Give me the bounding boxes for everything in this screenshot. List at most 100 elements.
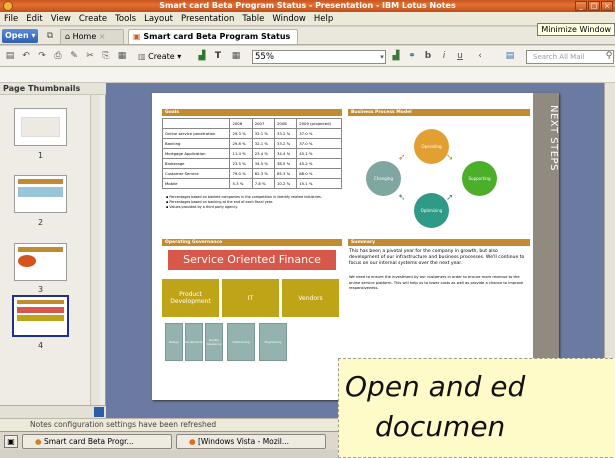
menu-presentation[interactable]: Presentation	[177, 12, 238, 26]
replicate-icon[interactable]: ⧉	[44, 30, 56, 42]
table-icon[interactable]: ▦	[230, 50, 242, 62]
taskbar-item-firefox[interactable]: ● [Windows Vista - Mozil...	[176, 434, 326, 449]
chevron-down-icon: ▾	[31, 31, 36, 40]
footnote-bullets: ▪ Percentages based on banked companies …	[166, 195, 342, 210]
thumbnail-page-1[interactable]	[14, 108, 67, 146]
chart-icon[interactable]: ▟	[390, 50, 402, 62]
thumbnail-number: 4	[37, 341, 44, 350]
view-toggle-icon[interactable]	[94, 407, 104, 417]
table-row: Mobile 5.3 % 7.8 % 10.2 % 15.1 %	[161, 178, 342, 189]
arrow-icon: ➷	[398, 193, 406, 203]
lotus-app-icon[interactable]	[3, 1, 13, 11]
search-scope-icon[interactable]: ▤	[504, 50, 516, 62]
panel-title: Page Thumbnails	[0, 83, 106, 95]
engineering-box: Engineering	[259, 323, 287, 361]
table-cell: Banking	[161, 138, 231, 149]
table-cell: 32.1 %	[251, 138, 275, 149]
minimize-button[interactable]: _	[575, 1, 587, 11]
box-label: IT	[247, 294, 254, 302]
thumbnail-page-3[interactable]	[14, 243, 67, 281]
thumbnail-number: 3	[37, 285, 44, 294]
undo-icon[interactable]: ↶	[20, 50, 32, 62]
table-row: Mortgage Application 11.4 % 23.4 % 34.4 % 45…	[161, 148, 342, 159]
menu-table[interactable]: Table	[238, 12, 268, 26]
format-painter-icon[interactable]: ✎	[68, 50, 80, 62]
summary-paragraph: This has been a pivotal year for the com…	[349, 249, 525, 266]
box-label: Vendors	[298, 294, 323, 302]
table-cell: 2008	[273, 118, 298, 129]
text-icon[interactable]: T	[212, 50, 224, 62]
menu-layout[interactable]: Layout	[140, 12, 177, 26]
banner-line: Open and ed	[345, 370, 526, 403]
copy-icon[interactable]: ⎘	[100, 50, 112, 62]
save-icon[interactable]: ▤	[4, 50, 16, 62]
italic-icon[interactable]: i	[438, 50, 450, 62]
tab-home[interactable]: ⌂ Home ×	[60, 29, 124, 44]
zoom-select[interactable]: 55%	[252, 50, 386, 64]
table-cell: 2009 (projected)	[296, 118, 342, 129]
tab-smart-card[interactable]: ▣ Smart card Beta Program Status ×	[128, 29, 298, 55]
thumbnail-banner	[17, 307, 64, 313]
arrow-icon: ➶	[398, 153, 406, 163]
window-title-bar: Smart card Beta Program Status - Present…	[0, 0, 615, 12]
table-cell: 45.1 %	[296, 148, 342, 159]
menu-file[interactable]: File	[0, 12, 22, 26]
it-box: IT	[222, 279, 279, 317]
taskbar-item-lotus[interactable]: ● Smart card Beta Progr...	[22, 434, 172, 449]
design-box: Design	[165, 323, 183, 361]
table-row: Customer Service 79.0 % 82.3 % 85.3 % 88.0 %	[161, 168, 342, 179]
summary-paragraph: We need to ensure the investment by our …	[349, 275, 524, 290]
thumbnails-scrollbar[interactable]	[90, 95, 100, 405]
search-input[interactable]: Search All Mail	[526, 50, 614, 64]
table-cell: 33.2 %	[273, 138, 298, 149]
thumbnail-header	[17, 300, 64, 304]
menu-help[interactable]: Help	[310, 12, 337, 26]
link-icon[interactable]: ⚭	[406, 50, 418, 62]
zoom-dropdown-icon[interactable]: ▾	[376, 51, 388, 63]
bold-icon[interactable]: b	[422, 50, 434, 62]
cut-icon[interactable]: ✂	[84, 50, 96, 62]
cycle-label: Supporting	[468, 176, 491, 181]
cycle-supporting: Supporting	[462, 161, 497, 196]
redo-icon[interactable]: ↷	[36, 50, 48, 62]
create-dropdown[interactable]: ▥ Create ▾	[138, 50, 181, 63]
minimize-tooltip: Minimize Window	[537, 23, 615, 36]
print-icon[interactable]: ⎙	[52, 50, 64, 62]
menu-view[interactable]: View	[47, 12, 75, 26]
paste-icon[interactable]: ▦	[116, 50, 128, 62]
maximize-button[interactable]: □	[588, 1, 600, 11]
menu-create[interactable]: Create	[75, 12, 111, 26]
box-label: Outsourcing	[232, 340, 250, 344]
box-label: Manufacturing	[183, 340, 205, 344]
table-cell: Mortgage Application	[161, 148, 231, 159]
search-icon[interactable]: ⚲	[603, 50, 615, 62]
table-cell: 37.0 %	[296, 138, 342, 149]
table-cell: 82.3 %	[251, 168, 275, 179]
tab-home-label: Home	[72, 32, 97, 41]
menu-edit[interactable]: Edit	[22, 12, 46, 26]
slide-page[interactable]: Goals 2006 2007 2008 2009 (projected) On…	[152, 93, 559, 400]
open-label: Open	[5, 31, 29, 40]
thumbnail-page-2[interactable]	[14, 175, 67, 213]
banner-text: Open and ed documen	[345, 367, 525, 447]
table-cell: 7.8 %	[251, 178, 275, 189]
show-desktop-icon[interactable]: ▣	[4, 435, 18, 448]
table-cell: 23.4 %	[251, 148, 275, 159]
lotus-icon: ●	[35, 437, 42, 446]
underline-icon[interactable]: u	[454, 50, 466, 62]
close-button[interactable]: ×	[601, 1, 613, 11]
bullet-item: ▪ Values provided by a third party agenc…	[166, 205, 238, 209]
open-button[interactable]: Open ▾	[2, 29, 38, 43]
menu-tools[interactable]: Tools	[111, 12, 140, 26]
table-cell: 29.8 %	[229, 138, 253, 149]
menu-window[interactable]: Window	[268, 12, 310, 26]
sidebar-icon[interactable]: ‹	[474, 50, 486, 62]
close-tab-icon[interactable]: ×	[99, 32, 106, 41]
quality-assurance-box: Quality Assurance	[205, 323, 223, 361]
box-label: Engineering	[264, 340, 282, 344]
thumbnail-number: 1	[37, 151, 44, 160]
next-steps-sidebar: NEXT STEPS	[533, 93, 559, 400]
zoom-value: 55%	[255, 52, 274, 62]
thumbnail-page-4-selected[interactable]	[12, 295, 69, 337]
insert-image-icon[interactable]: ▟	[196, 50, 208, 62]
